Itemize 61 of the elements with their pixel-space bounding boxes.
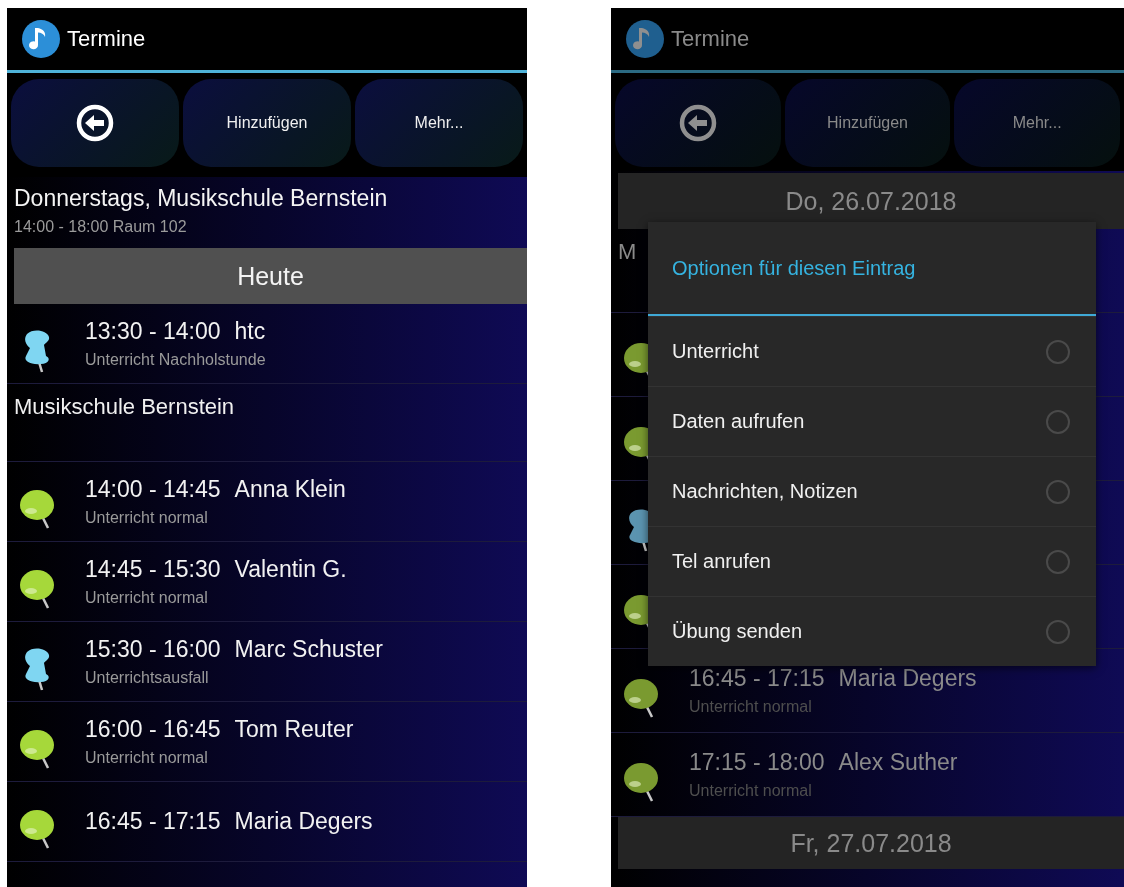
student-name: Anna Klein [234,476,346,503]
toolbar-button[interactable]: Mehr... [954,79,1120,167]
appointment-row[interactable]: 16:45 - 17:15 Maria Degers [7,782,527,862]
option-item[interactable]: Nachrichten, Notizen [648,456,1096,526]
time-range: 13:30 - 14:00 [85,318,221,345]
option-label: Tel anrufen [672,550,771,573]
student-name: Valentin G. [234,556,347,583]
time-range: 17:15 - 18:00 [689,749,825,776]
time-range: 16:00 - 16:45 [85,716,221,743]
time-range: 14:00 - 14:45 [85,476,221,503]
option-label: Übung senden [672,620,803,643]
radio-button[interactable] [1046,479,1070,504]
radio-button[interactable] [1046,339,1070,364]
lesson-type: Unterricht normal [85,509,208,527]
option-label: Unterricht [672,340,759,363]
lesson-type: Unterricht normal [85,749,208,767]
group-title: M [618,239,637,264]
appointment-row[interactable]: 14:00 - 14:45 Anna Klein Unterricht normal [7,462,527,542]
toolbar-button[interactable]: Hinzufügen [784,79,951,167]
app-title: Termine [671,26,750,52]
lesson-type: Unterricht normal [85,589,208,607]
app-title: Termine [67,26,146,52]
time-range: 15:30 - 16:00 [85,636,221,663]
lesson-type: Unterricht normal [689,782,812,800]
group-title: Musikschule Bernstein [14,394,235,419]
music-note-icon [625,19,665,59]
student-name: Alex Suther [838,749,958,776]
radio-button[interactable] [1046,619,1070,644]
location-title: Donnerstags, Musikschule Bernstein [14,185,389,212]
lesson-type: Unterricht Nachholstunde [85,351,266,369]
day-header: Heute [14,248,527,304]
day-header: Fr, 27.07.2018 [618,817,1124,869]
student-name: Marc Schuster [234,636,383,663]
option-item[interactable]: Übung senden [648,596,1096,666]
time-range: 16:45 - 17:15 [689,665,825,692]
student-name: htc [234,318,266,345]
appointment-row[interactable]: 15:30 - 16:00 Marc Schuster Unterrichtsausfall [7,622,527,702]
appointment-row[interactable]: 14:45 - 15:30 Valentin G. Unterricht normal [7,542,527,622]
option-label: Nachrichten, Notizen [672,480,858,503]
time-range: 16:45 - 17:15 [85,808,221,835]
lesson-type: Unterrichtsausfall [85,669,209,687]
back-button[interactable] [11,79,179,167]
radio-button[interactable] [1046,549,1070,574]
student-name: Maria Degers [838,665,977,692]
back-button[interactable] [615,79,781,167]
student-name: Maria Degers [234,808,373,835]
location-subtitle: 14:00 - 18:00 Raum 102 [14,218,188,236]
option-item[interactable]: Tel anrufen [648,526,1096,596]
lesson-type: Unterricht normal [689,698,812,716]
option-label: Daten aufrufen [672,410,805,433]
option-item[interactable]: Unterricht [648,316,1096,386]
dialog-title: Optionen für diesen Eintrag [671,255,917,281]
time-range: 14:45 - 15:30 [85,556,221,583]
radio-button[interactable] [1046,409,1070,434]
toolbar-button[interactable]: Mehr... [355,79,523,167]
appointment-row[interactable]: 13:30 - 14:00 htc Unterricht Nachholstunde [7,304,527,384]
option-item[interactable]: Daten aufrufen [648,386,1096,456]
music-note-icon [21,19,61,59]
toolbar-button[interactable]: Hinzufügen [183,79,351,167]
appointment-row[interactable]: 16:00 - 16:45 Tom Reuter Unterricht normal [7,702,527,782]
student-name: Tom Reuter [234,716,354,743]
